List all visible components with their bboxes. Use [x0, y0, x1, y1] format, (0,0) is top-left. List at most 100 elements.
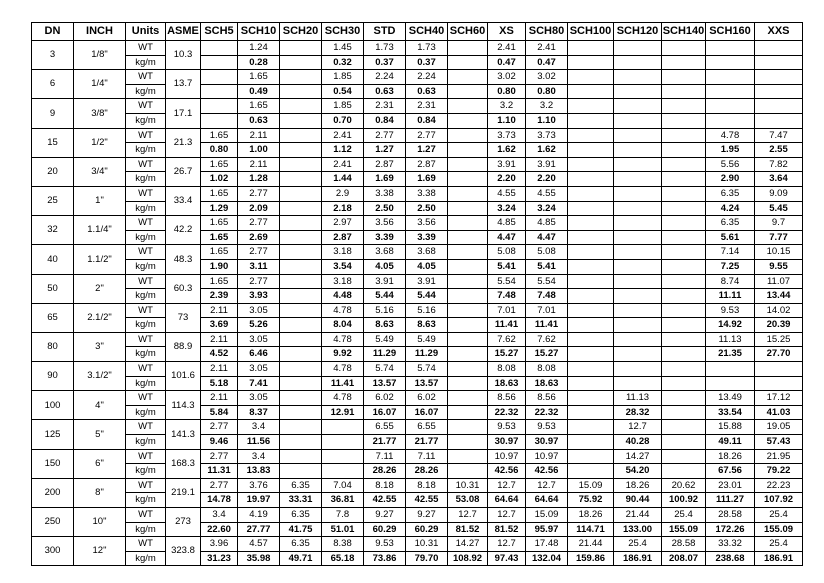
wt-cell-sch5: 1.65 [200, 273, 238, 290]
wt-cell-sch10: 2.77 [237, 215, 280, 231]
wt-cell-sch20 [279, 40, 322, 56]
wt-cell-std: 3.38 [363, 185, 406, 202]
inch-cell: 10" [73, 506, 126, 538]
asme-od-cell: 26.7 [165, 156, 201, 187]
table-row-weight: kg/m 1.29 2.09 2.18 2.50 2.50 3.24 3.24 4.24 5.45 [32, 200, 803, 217]
wt-cell-sch40: 9.27 [405, 507, 448, 523]
wt-cell-sch5: 2.11 [200, 390, 238, 406]
wt-cell-sch20 [279, 448, 322, 465]
wt-cell-sch60 [447, 302, 488, 319]
asme-od-cell: 42.2 [165, 215, 201, 246]
kg-cell-sch10: 5.26 [237, 317, 280, 333]
table-row-weight: kg/m 0.49 0.54 0.63 0.63 0.80 0.80 [32, 83, 803, 100]
wt-cell-sch20: 6.35 [279, 536, 322, 552]
kg-cell-std: 0.37 [363, 54, 406, 71]
kg-cell-sch40: 1.27 [405, 142, 448, 158]
wt-cell-std: 5.16 [363, 302, 406, 319]
table-row-weight: kg/m 11.31 13.83 28.26 28.26 42.56 42.56 54.20 6… [32, 463, 803, 479]
wt-cell-sch10: 2.11 [237, 127, 280, 144]
wt-cell-sch40: 8.18 [405, 477, 448, 494]
wt-cell-sch30: 2.41 [321, 127, 364, 144]
wt-cell-sch40: 3.56 [405, 215, 448, 231]
kg-cell-sch100 [567, 112, 614, 129]
kg-cell-sch20: 41.75 [279, 521, 322, 538]
kg-cell-std: 3.39 [363, 229, 406, 246]
kg-cell-sch30: 1.12 [321, 142, 364, 158]
kg-cell-sch80: 5.41 [525, 258, 568, 275]
wt-cell-sch160: 7.14 [705, 244, 755, 260]
wt-cell-sch60: 14.27 [447, 536, 488, 552]
wt-cell-xs: 7.01 [487, 302, 526, 319]
kg-cell-sch100 [567, 463, 614, 479]
wt-cell-xxs: 9.7 [754, 215, 803, 231]
wt-cell-xs: 3.02 [487, 69, 526, 85]
kg-cell-sch120 [613, 229, 662, 246]
units-cell: kg/m [125, 375, 166, 392]
wt-cell-sch30: 7.8 [321, 507, 364, 523]
dn-cell: 25 [31, 185, 74, 217]
wt-cell-sch60 [447, 448, 488, 465]
wt-cell-sch20 [279, 69, 322, 85]
kg-cell-sch20 [279, 258, 322, 275]
asme-od-cell: 10.3 [165, 39, 201, 71]
table-row-wall-thickness: 20 3/4" WT 26.7 1.65 2.11 2.41 2.87 2.87 3.91 3.91… [31, 156, 803, 187]
kg-cell-sch100 [567, 434, 614, 450]
wt-cell-sch100 [567, 98, 614, 114]
kg-cell-sch5: 9.46 [200, 434, 238, 450]
kg-cell-sch120 [613, 200, 662, 217]
column-header-sch100: SCH100 [567, 22, 614, 41]
wt-cell-sch100 [567, 331, 614, 348]
wt-cell-sch10: 2.77 [237, 244, 280, 260]
units-cell: kg/m [125, 54, 166, 71]
kg-cell-sch100 [567, 404, 614, 421]
kg-cell-sch160: 11.11 [705, 288, 755, 304]
wt-cell-sch100 [567, 302, 614, 319]
wt-cell-sch140 [661, 273, 706, 290]
kg-cell-sch80: 18.63 [525, 375, 568, 392]
kg-cell-sch60 [447, 83, 488, 100]
kg-cell-xs: 30.97 [487, 434, 526, 450]
kg-cell-sch30: 0.32 [321, 54, 364, 71]
kg-cell-sch140 [661, 434, 706, 450]
wt-cell-std: 2.77 [363, 127, 406, 144]
kg-cell-sch80: 4.47 [525, 229, 568, 246]
dn-cell: 40 [31, 244, 74, 275]
kg-cell-sch10: 19.97 [237, 492, 280, 508]
dn-cell: 9 [31, 98, 74, 129]
kg-cell-sch40: 28.26 [405, 463, 448, 479]
wt-cell-sch60 [447, 98, 488, 114]
kg-cell-sch100 [567, 229, 614, 246]
kg-cell-xs: 3.24 [487, 200, 526, 217]
wt-cell-sch160: 11.13 [705, 331, 755, 348]
units-cell: WT [125, 69, 166, 85]
dn-cell: 20 [31, 156, 74, 187]
kg-cell-sch60 [447, 463, 488, 479]
kg-cell-sch60: 108.92 [447, 550, 488, 567]
kg-cell-sch30: 12.91 [321, 404, 364, 421]
dn-cell: 125 [31, 419, 74, 450]
kg-cell-std: 11.29 [363, 346, 406, 363]
kg-cell-xxs [754, 112, 803, 129]
wt-cell-sch100 [567, 69, 614, 85]
wt-cell-sch40: 5.74 [405, 361, 448, 377]
kg-cell-sch5: 22.60 [200, 521, 238, 538]
table-row-wall-thickness: 300 12" WT 323.8 3.96 4.57 6.35 8.38 9.53 10.31 14… [31, 536, 803, 567]
kg-cell-sch140 [661, 83, 706, 100]
kg-cell-sch80: 2.20 [525, 171, 568, 187]
kg-cell-sch30: 2.18 [321, 200, 364, 217]
wt-cell-std: 5.49 [363, 331, 406, 348]
kg-cell-sch80: 132.04 [525, 550, 568, 567]
kg-cell-xs: 22.32 [487, 404, 526, 421]
asme-od-cell: 141.3 [165, 419, 201, 450]
wt-cell-sch5: 2.77 [200, 477, 238, 494]
kg-cell-sch120: 133.00 [613, 521, 662, 538]
wt-cell-sch5: 2.11 [200, 302, 238, 319]
kg-cell-sch140 [661, 346, 706, 363]
wt-cell-xxs [754, 40, 803, 56]
wt-cell-sch10: 3.4 [237, 419, 280, 436]
wt-cell-sch20 [279, 273, 322, 290]
kg-cell-sch5: 0.80 [200, 142, 238, 158]
kg-cell-sch5: 1.90 [200, 258, 238, 275]
dn-cell: 250 [31, 506, 74, 538]
wt-cell-std: 6.55 [363, 419, 406, 436]
